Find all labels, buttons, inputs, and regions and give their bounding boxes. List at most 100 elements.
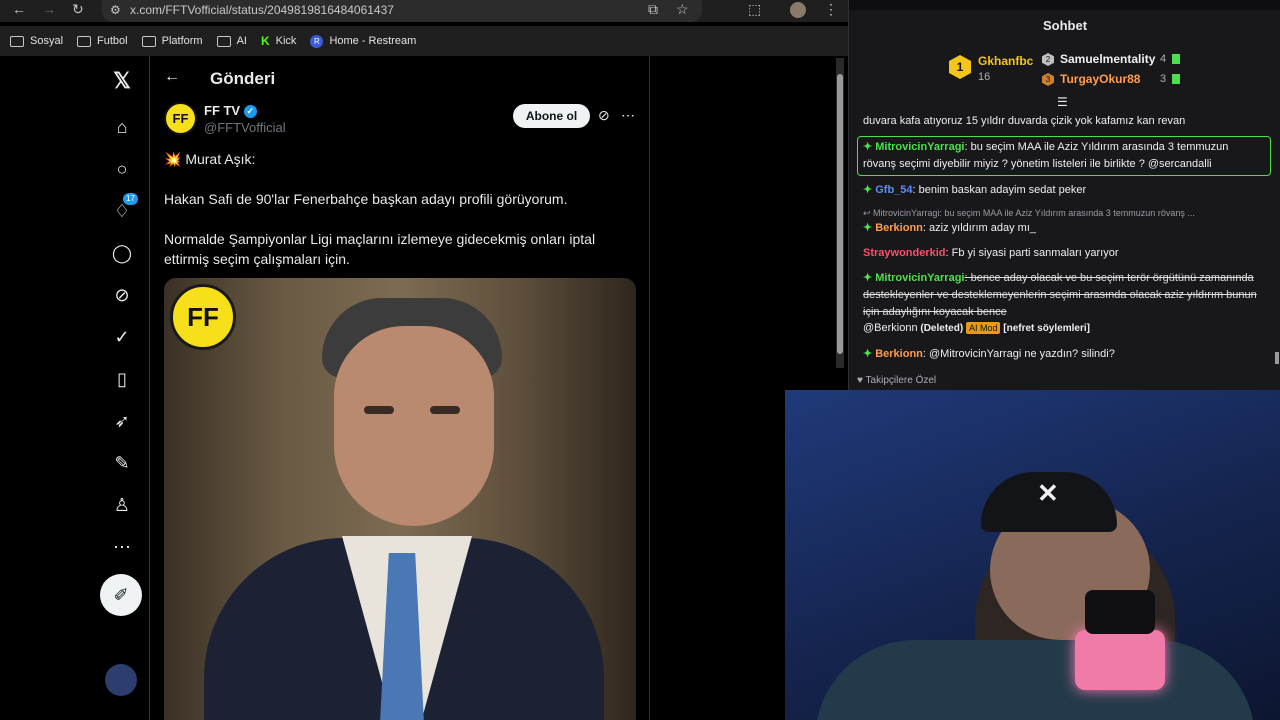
- tweet-image[interactable]: FF: [164, 278, 636, 720]
- bookmark-sosyal[interactable]: Sosyal: [10, 35, 63, 47]
- bookmark-platform[interactable]: Platform: [141, 35, 203, 47]
- back-arrow-icon[interactable]: ←: [12, 1, 26, 17]
- author-name-row[interactable]: FF TV ✓: [204, 103, 257, 119]
- subscriber-badge-icon: ✦: [863, 222, 873, 234]
- x-sidebar-nav: 𝕏 ⌂ ○ ♢ 17 ◯ ⊘ ✓ ▯ ➶ ✎ ♙ ⋯ ✐: [92, 56, 150, 720]
- rank-2-badge: 2: [1042, 53, 1054, 66]
- leader-3-name[interactable]: TurgayOkur88: [1060, 72, 1140, 86]
- bookmark-star-icon[interactable]: ☆: [676, 1, 689, 18]
- profile-icon[interactable]: ♙: [109, 492, 135, 518]
- heart-icon: ♥: [857, 375, 866, 386]
- site-info-icon[interactable]: ⚙: [110, 0, 121, 20]
- folder-icon: [77, 35, 92, 47]
- more-options-icon[interactable]: ⋯: [621, 107, 635, 124]
- more-icon[interactable]: ⋯: [109, 534, 135, 560]
- chat-message: duvara kafa atıyoruz 15 yıldır duvarda ç…: [863, 113, 1263, 130]
- follow-button[interactable]: Abone ol: [513, 104, 590, 128]
- microphone: [1085, 590, 1155, 634]
- page-title: Gönderi: [210, 69, 276, 88]
- chat-top-strip: [849, 0, 1280, 10]
- chat-message: Straywonderkid: Fb yi siyasi parti sanma…: [863, 245, 1263, 262]
- folder-icon: [10, 35, 24, 47]
- stream-chat-panel: Sohbet 1 Gkhanfbc 16 2 Samuelmentality 4…: [848, 0, 1280, 390]
- compose-article-icon[interactable]: ✎: [109, 450, 135, 476]
- tweet-line-1: 💥 Murat Aşık:: [164, 151, 256, 167]
- moderated-user[interactable]: @Berkionn: [863, 322, 918, 334]
- leader-1-count: 16: [978, 71, 991, 83]
- reload-icon[interactable]: ↻: [72, 1, 84, 18]
- followers-only-indicator: ♥ Takipçilere Özel: [857, 375, 936, 386]
- chat-username[interactable]: Berkionn: [875, 222, 923, 234]
- url-bar[interactable]: ⚙ x.com/FFTVofficial/status/204981981648…: [102, 0, 702, 22]
- person-left-eye: [364, 406, 394, 414]
- tweet-paragraph-2: Normalde Şampiyonlar Ligi maçlarını izle…: [164, 231, 596, 267]
- post-compose-button[interactable]: ✐: [100, 574, 142, 616]
- chat-message-text: : @MitrovicinYarragi ne yazdın? silindi?: [922, 348, 1115, 360]
- bookmark-kick[interactable]: K Kick: [261, 34, 296, 48]
- chat-username[interactable]: MitrovicinYarragi: [875, 272, 964, 284]
- reply-arrow-icon: ↩: [863, 208, 874, 218]
- leader-2-count: 4: [1160, 53, 1167, 65]
- ai-mod-badge: AI Mod: [965, 322, 1001, 334]
- chat-message: ✦ Berkionn: @MitrovicinYarragi ne yazdın?…: [863, 346, 1263, 363]
- browser-toolbar: ← → ↻ ⚙ x.com/FFTVofficial/status/204981…: [0, 0, 848, 22]
- chat-message-deleted: ✦ MitrovicinYarragi: bence aday olacak ve…: [863, 270, 1263, 321]
- extensions-icon[interactable]: ⬚: [748, 1, 761, 18]
- subscriber-badge-icon: ✦: [863, 348, 873, 360]
- rocket-icon[interactable]: ➶: [109, 408, 135, 434]
- restream-logo-icon: R: [310, 34, 324, 48]
- grok-explain-icon[interactable]: ⊘: [598, 107, 610, 124]
- chat-scrollbar-thumb[interactable]: [1275, 352, 1279, 364]
- bookmark-label: Platform: [161, 35, 203, 47]
- subscriber-badge-icon: ✦: [863, 272, 873, 284]
- gift-icon: [1172, 74, 1180, 84]
- collapse-leaderboard-icon[interactable]: ☰: [1057, 95, 1068, 109]
- bookmark-label: AI: [236, 35, 247, 47]
- chat-message: ✦ Berkionn: aziz yıldırım aday mı_: [863, 220, 1263, 237]
- rank-3-badge: 3: [1042, 73, 1054, 86]
- bookmark-futbol[interactable]: Futbol: [77, 35, 128, 47]
- chat-username[interactable]: Straywonderkid: [863, 247, 946, 259]
- chat-username[interactable]: Berkionn: [875, 348, 923, 360]
- bookmarks-icon[interactable]: ▯: [109, 366, 135, 392]
- streamer-shirt: [815, 640, 1255, 720]
- followers-only-label: Takipçilere Özel: [865, 375, 937, 386]
- bookmark-restream[interactable]: R Home - Restream: [310, 34, 417, 48]
- leader-2-name[interactable]: Samuelmentality: [1060, 52, 1155, 66]
- back-arrow-icon[interactable]: ←: [164, 68, 180, 86]
- chat-message-text: duvara kafa atıyoruz 15 yıldır duvarda ç…: [863, 115, 1186, 127]
- chat-username[interactable]: MitrovicinYarragi: [875, 141, 964, 153]
- install-app-icon[interactable]: ⧉: [648, 1, 658, 18]
- bookmark-label: Futbol: [97, 35, 128, 47]
- forward-arrow-icon[interactable]: →: [42, 1, 56, 17]
- scrollbar-thumb[interactable]: [837, 74, 843, 354]
- webcam-overlay: ✕: [785, 390, 1280, 720]
- chat-message: ✦ MitrovicinYarragi: bu seçim MAA ile Azi…: [863, 139, 1263, 173]
- bookmark-ai[interactable]: AI: [216, 35, 247, 47]
- notifications-bell-icon[interactable]: ♢ 17: [109, 193, 138, 224]
- search-icon[interactable]: ○: [109, 156, 135, 182]
- home-icon[interactable]: ⌂: [109, 114, 135, 140]
- page-scrollbar[interactable]: [836, 58, 844, 368]
- bookmark-label: Home - Restream: [329, 35, 417, 47]
- author-handle[interactable]: @FFTVofficial: [204, 120, 286, 135]
- tweet-paragraph-1: Hakan Safi de 90'lar Fenerbahçe başkan a…: [164, 191, 568, 207]
- subscriber-badge-icon: ✦: [863, 141, 873, 153]
- verified-icon[interactable]: ✓: [109, 324, 135, 350]
- bookmarks-bar: Sosyal Futbol Platform AI K Kick R Home - …: [0, 26, 848, 56]
- profile-avatar[interactable]: [790, 2, 806, 18]
- grok-icon[interactable]: ⊘: [109, 282, 135, 308]
- chat-message-text: : aziz yıldırım aday mı_: [922, 222, 1036, 234]
- x-logo-icon[interactable]: 𝕏: [109, 68, 135, 94]
- reply-reference-text: MitrovicinYarragi: bu seçim MAA ile Aziz…: [873, 208, 1195, 218]
- chat-message: ✦ Gfb_54: benim baskan adayim sedat peker: [863, 182, 1263, 199]
- url-text: x.com/FFTVofficial/status/20498198164840…: [130, 3, 394, 17]
- menu-kebab-icon[interactable]: ⋮: [824, 1, 838, 18]
- leader-1-name[interactable]: Gkhanfbc: [978, 54, 1033, 68]
- rank-1-badge: 1: [949, 55, 971, 79]
- chat-username[interactable]: Gfb_54: [875, 184, 912, 196]
- account-avatar[interactable]: [105, 664, 137, 696]
- author-avatar[interactable]: FF: [164, 102, 197, 135]
- messages-icon[interactable]: ◯: [109, 240, 135, 266]
- ny-cap-logo-icon: ✕: [1037, 478, 1059, 508]
